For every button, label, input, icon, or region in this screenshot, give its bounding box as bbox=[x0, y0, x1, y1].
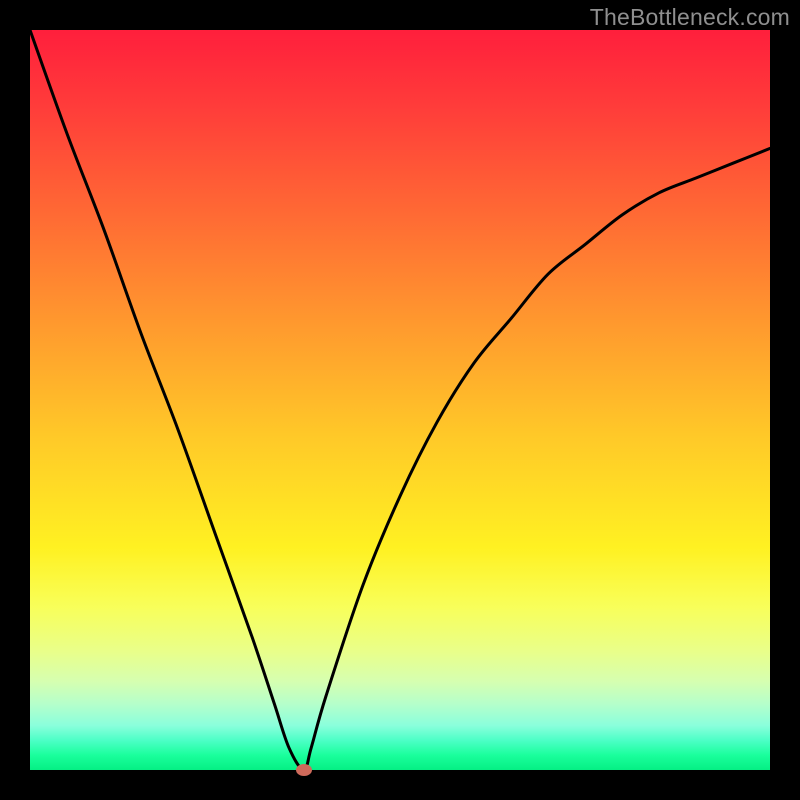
chart-frame: TheBottleneck.com bbox=[0, 0, 800, 800]
plot-area bbox=[30, 30, 770, 770]
watermark-text: TheBottleneck.com bbox=[590, 4, 790, 31]
minimum-marker bbox=[296, 764, 312, 776]
bottleneck-curve bbox=[30, 30, 770, 770]
